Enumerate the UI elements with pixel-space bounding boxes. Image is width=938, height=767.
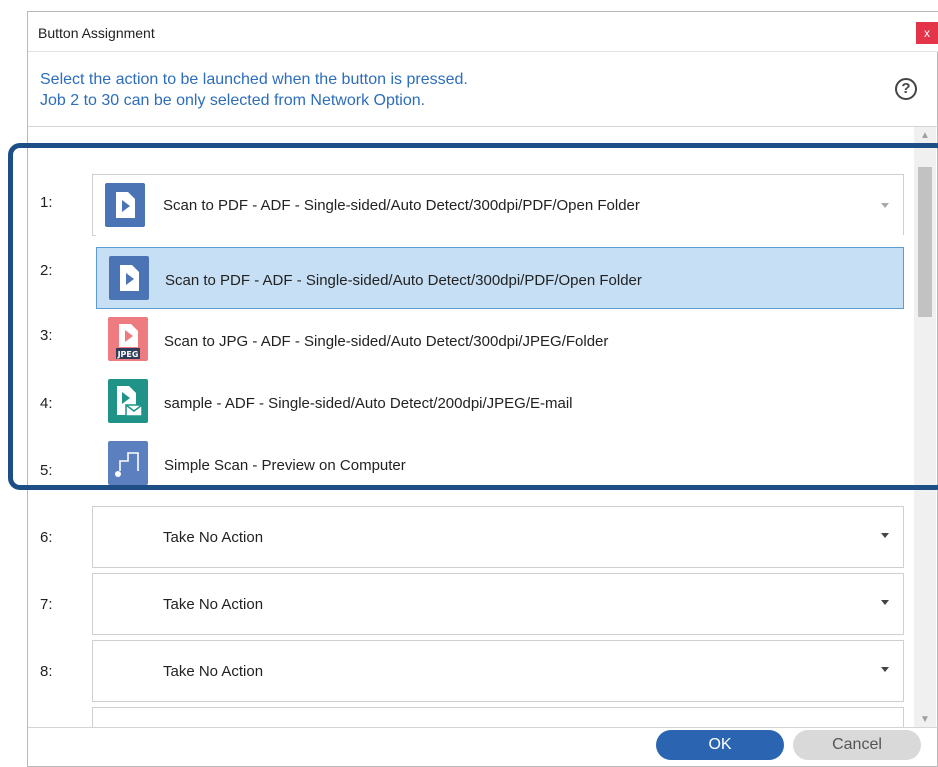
dropdown-option-label: Scan to PDF - ADF - Single-sided/Auto De…: [165, 272, 642, 289]
row-1-value: Scan to PDF - ADF - Single-sided/Auto De…: [163, 197, 640, 214]
button-assignment-dialog: Button Assignment x Select the action to…: [27, 11, 938, 767]
chevron-down-icon: [881, 533, 889, 538]
chevron-down-icon: [881, 203, 889, 208]
instruction-text: Select the action to be launched when th…: [40, 69, 468, 111]
dropdown-option-email[interactable]: sample - ADF - Single-sided/Auto Detect/…: [96, 371, 904, 433]
row-number-4: 4:: [40, 395, 53, 412]
pdf-scan-icon: [105, 183, 145, 227]
ok-button[interactable]: OK: [656, 730, 784, 760]
row-number-5: 5:: [40, 462, 53, 479]
title-bar: Button Assignment x: [28, 12, 938, 52]
simple-scan-icon: [108, 441, 148, 485]
dialog-title: Button Assignment: [38, 25, 155, 41]
row-6-value: Take No Action: [163, 529, 264, 546]
button-list-panel: 1: 2: 3: 4: 5: 6: 7: 8: Scan to PDF - AD…: [28, 126, 938, 728]
cancel-button[interactable]: Cancel: [793, 730, 921, 760]
dropdown-option-label: sample - ADF - Single-sided/Auto Detect/…: [164, 395, 573, 412]
scroll-up-icon[interactable]: ▲: [914, 127, 936, 145]
jpeg-scan-icon: JPEG: [108, 317, 148, 361]
dropdown-option-pdf[interactable]: Scan to PDF - ADF - Single-sided/Auto De…: [96, 247, 904, 309]
chevron-down-icon: [881, 600, 889, 605]
instruction-line-2: Job 2 to 30 can be only selected from Ne…: [40, 92, 426, 109]
instruction-line-1: Select the action to be launched when th…: [40, 71, 468, 88]
dropdown-option-label: Simple Scan - Preview on Computer: [164, 457, 406, 474]
scrollbar-thumb[interactable]: [918, 167, 932, 317]
row-number-2: 2:: [40, 262, 53, 279]
jpeg-badge-text: JPEG: [117, 350, 139, 359]
dropdown-option-label: Scan to JPG - ADF - Single-sided/Auto De…: [164, 333, 609, 350]
row-9-select[interactable]: [92, 707, 904, 727]
row-7-select[interactable]: Take No Action: [92, 573, 904, 635]
scroll-down-icon[interactable]: ▼: [914, 711, 936, 727]
vertical-scrollbar[interactable]: ▲ ▼: [914, 127, 936, 727]
row-6-select[interactable]: Take No Action: [92, 506, 904, 568]
close-button[interactable]: x: [916, 22, 938, 44]
email-scan-icon: [108, 379, 148, 423]
row-number-3: 3:: [40, 327, 53, 344]
row-8-value: Take No Action: [163, 663, 264, 680]
chevron-down-icon: [881, 667, 889, 672]
action-dropdown-list: Scan to PDF - ADF - Single-sided/Auto De…: [96, 235, 906, 485]
row-number-1: 1:: [40, 194, 53, 211]
dropdown-option-simple-scan[interactable]: Simple Scan - Preview on Computer: [96, 433, 904, 495]
row-number-8: 8:: [40, 663, 53, 680]
row-8-select[interactable]: Take No Action: [92, 640, 904, 702]
dropdown-option-jpg[interactable]: JPEG Scan to JPG - ADF - Single-sided/Au…: [96, 309, 904, 371]
row-7-value: Take No Action: [163, 596, 264, 613]
help-icon[interactable]: ?: [895, 78, 917, 100]
row-1-select[interactable]: Scan to PDF - ADF - Single-sided/Auto De…: [92, 174, 904, 236]
row-number-6: 6:: [40, 529, 53, 546]
row-number-7: 7:: [40, 596, 53, 613]
pdf-scan-icon: [109, 256, 149, 300]
